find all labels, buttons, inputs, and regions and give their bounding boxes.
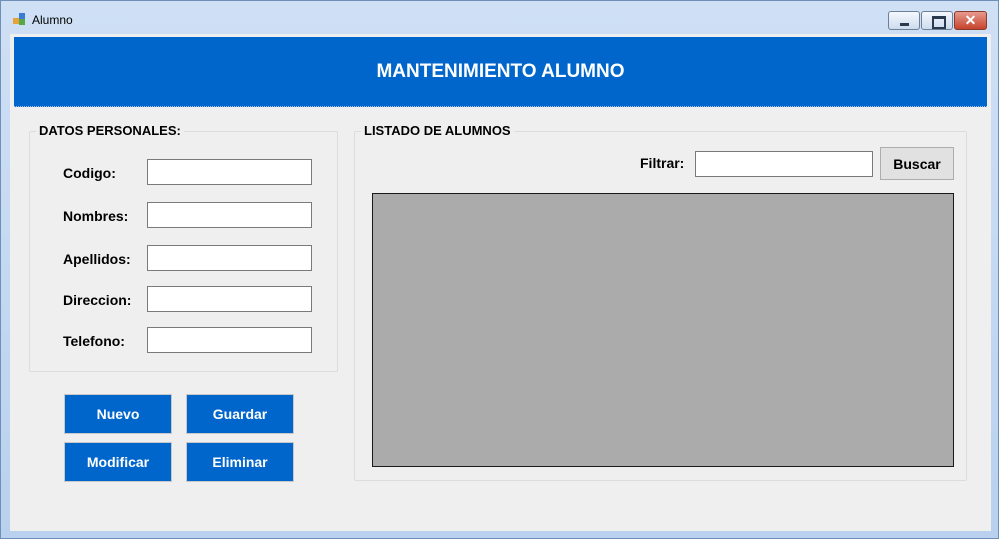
filtrar-input[interactable] xyxy=(695,151,873,177)
minimize-button[interactable] xyxy=(888,11,920,30)
apellidos-field[interactable] xyxy=(147,245,312,271)
apellidos-label: Apellidos: xyxy=(63,251,131,267)
title-bar[interactable]: Alumno ✕ xyxy=(1,1,998,35)
header-banner: MANTENIMIENTO ALUMNO xyxy=(14,37,987,107)
maximize-icon xyxy=(922,12,952,29)
close-icon: ✕ xyxy=(964,12,977,28)
app-window: Alumno ✕ MANTENIMIENTO ALUMNO DATOS PERS… xyxy=(0,0,999,539)
direccion-field[interactable] xyxy=(147,286,312,312)
maximize-button[interactable] xyxy=(921,11,953,30)
guardar-button[interactable]: Guardar xyxy=(186,394,294,434)
form-client-area: MANTENIMIENTO ALUMNO DATOS PERSONALES: C… xyxy=(10,34,991,531)
listado-alumnos-caption: LISTADO DE ALUMNOS xyxy=(361,123,514,138)
close-button[interactable]: ✕ xyxy=(954,11,987,30)
telefono-field[interactable] xyxy=(147,327,312,353)
eliminar-button[interactable]: Eliminar xyxy=(186,442,294,482)
nombres-field[interactable] xyxy=(147,202,312,228)
app-window-icon xyxy=(13,13,27,25)
nombres-label: Nombres: xyxy=(63,208,129,224)
minimize-icon xyxy=(889,12,919,29)
alumnos-data-grid[interactable] xyxy=(372,193,954,467)
modificar-button[interactable]: Modificar xyxy=(64,442,172,482)
listado-alumnos-group: LISTADO DE ALUMNOS Filtrar: Buscar xyxy=(354,123,967,481)
page-title: MANTENIMIENTO ALUMNO xyxy=(376,61,625,82)
window-title: Alumno xyxy=(32,13,73,27)
codigo-field[interactable] xyxy=(147,159,312,185)
telefono-label: Telefono: xyxy=(63,333,125,349)
filtrar-label: Filtrar: xyxy=(640,155,685,171)
datos-personales-caption: DATOS PERSONALES: xyxy=(36,123,184,138)
nuevo-button[interactable]: Nuevo xyxy=(64,394,172,434)
direccion-label: Direccion: xyxy=(63,292,132,308)
codigo-label: Codigo: xyxy=(63,165,116,181)
buscar-button[interactable]: Buscar xyxy=(880,147,954,180)
datos-personales-group: DATOS PERSONALES: Codigo: Nombres: Apell… xyxy=(29,123,338,372)
